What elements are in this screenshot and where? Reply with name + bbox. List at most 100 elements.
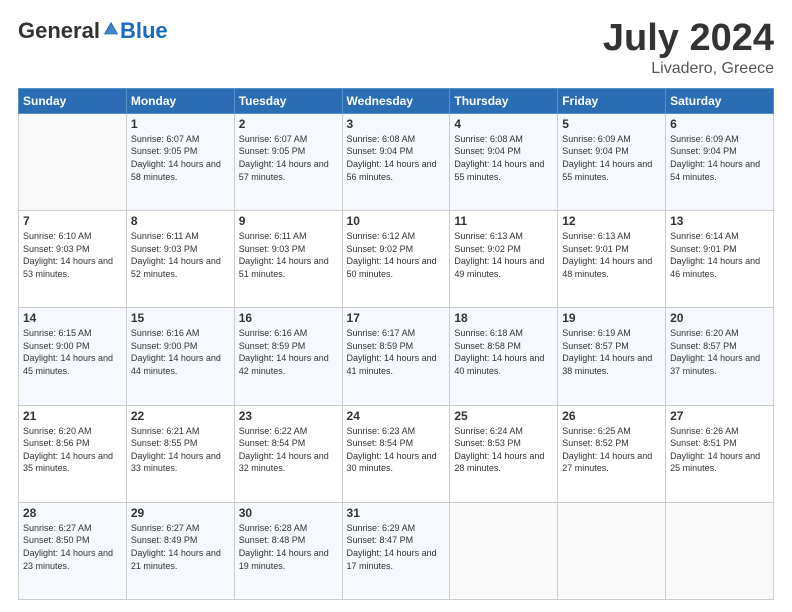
- day-number: 8: [131, 214, 230, 228]
- logo-icon: [102, 20, 120, 38]
- day-info: Sunrise: 6:08 AMSunset: 9:04 PMDaylight:…: [454, 133, 553, 183]
- calendar-week-row: 21 Sunrise: 6:20 AMSunset: 8:56 PMDayligh…: [19, 405, 774, 502]
- table-row: 23Sunrise: 6:22 AMSunset: 8:54 PMDayligh…: [234, 405, 342, 502]
- day-number: 12: [562, 214, 661, 228]
- table-row: 13Sunrise: 6:14 AMSunset: 9:01 PMDayligh…: [666, 211, 774, 308]
- day-number: 3: [347, 117, 446, 131]
- day-info: Sunrise: 6:13 AMSunset: 9:02 PMDaylight:…: [454, 230, 553, 280]
- day-number: 29: [131, 506, 230, 520]
- day-number: 31: [347, 506, 446, 520]
- col-sunday: Sunday: [19, 88, 127, 113]
- calendar-table: Sunday Monday Tuesday Wednesday Thursday…: [18, 88, 774, 600]
- day-info: Sunrise: 6:19 AMSunset: 8:57 PMDaylight:…: [562, 327, 661, 377]
- day-info: Sunrise: 6:07 AMSunset: 9:05 PMDaylight:…: [131, 133, 230, 183]
- day-number: 28: [23, 506, 122, 520]
- day-info: Sunrise: 6:16 AMSunset: 8:59 PMDaylight:…: [239, 327, 338, 377]
- logo-general-text: General: [18, 18, 100, 44]
- table-row: 19 Sunrise: 6:19 AMSunset: 8:57 PMDayligh…: [558, 308, 666, 405]
- day-info: Sunrise: 6:21 AMSunset: 8:55 PMDaylight:…: [131, 425, 230, 475]
- day-info: Sunrise: 6:24 AMSunset: 8:53 PMDaylight:…: [454, 425, 553, 475]
- title-location: Livadero, Greece: [603, 60, 774, 78]
- day-number: 18: [454, 311, 553, 325]
- day-number: 2: [239, 117, 338, 131]
- day-number: 7: [23, 214, 122, 228]
- day-info: Sunrise: 6:20 AMSunset: 8:56 PMDaylight:…: [23, 425, 122, 475]
- day-info: Sunrise: 6:09 AMSunset: 9:04 PMDaylight:…: [670, 133, 769, 183]
- title-month: July 2024: [603, 18, 774, 60]
- table-row: 26 Sunrise: 6:25 AMSunset: 8:52 PMDayligh…: [558, 405, 666, 502]
- day-number: 21: [23, 409, 122, 423]
- day-info: Sunrise: 6:13 AMSunset: 9:01 PMDaylight:…: [562, 230, 661, 280]
- day-number: 1: [131, 117, 230, 131]
- table-row: 6 Sunrise: 6:09 AMSunset: 9:04 PMDaylight…: [666, 113, 774, 210]
- table-row: [19, 113, 127, 210]
- table-row: 5 Sunrise: 6:09 AMSunset: 9:04 PMDaylight…: [558, 113, 666, 210]
- day-number: 5: [562, 117, 661, 131]
- day-info: Sunrise: 6:09 AMSunset: 9:04 PMDaylight:…: [562, 133, 661, 183]
- col-tuesday: Tuesday: [234, 88, 342, 113]
- day-info: Sunrise: 6:26 AMSunset: 8:51 PMDaylight:…: [670, 425, 769, 475]
- col-friday: Friday: [558, 88, 666, 113]
- day-number: 26: [562, 409, 661, 423]
- day-info: Sunrise: 6:23 AMSunset: 8:54 PMDaylight:…: [347, 425, 446, 475]
- day-info: Sunrise: 6:11 AMSunset: 9:03 PMDaylight:…: [239, 230, 338, 280]
- table-row: 16Sunrise: 6:16 AMSunset: 8:59 PMDayligh…: [234, 308, 342, 405]
- table-row: 11 Sunrise: 6:13 AMSunset: 9:02 PMDayligh…: [450, 211, 558, 308]
- day-info: Sunrise: 6:28 AMSunset: 8:48 PMDaylight:…: [239, 522, 338, 572]
- col-saturday: Saturday: [666, 88, 774, 113]
- header: General Blue July 2024 Livadero, Greece: [18, 18, 774, 78]
- calendar-week-row: 1 Sunrise: 6:07 AMSunset: 9:05 PMDaylight…: [19, 113, 774, 210]
- table-row: 2 Sunrise: 6:07 AMSunset: 9:05 PMDaylight…: [234, 113, 342, 210]
- table-row: 14 Sunrise: 6:15 AMSunset: 9:00 PMDayligh…: [19, 308, 127, 405]
- day-info: Sunrise: 6:17 AMSunset: 8:59 PMDaylight:…: [347, 327, 446, 377]
- table-row: 9 Sunrise: 6:11 AMSunset: 9:03 PMDaylight…: [234, 211, 342, 308]
- table-row: [558, 502, 666, 599]
- table-row: 25 Sunrise: 6:24 AMSunset: 8:53 PMDayligh…: [450, 405, 558, 502]
- logo: General Blue: [18, 18, 168, 44]
- day-number: 27: [670, 409, 769, 423]
- col-wednesday: Wednesday: [342, 88, 450, 113]
- day-info: Sunrise: 6:25 AMSunset: 8:52 PMDaylight:…: [562, 425, 661, 475]
- day-number: 15: [131, 311, 230, 325]
- day-info: Sunrise: 6:27 AMSunset: 8:49 PMDaylight:…: [131, 522, 230, 572]
- day-number: 24: [347, 409, 446, 423]
- table-row: 29 Sunrise: 6:27 AMSunset: 8:49 PMDayligh…: [126, 502, 234, 599]
- day-number: 14: [23, 311, 122, 325]
- col-monday: Monday: [126, 88, 234, 113]
- table-row: 31 Sunrise: 6:29 AMSunset: 8:47 PMDayligh…: [342, 502, 450, 599]
- day-info: Sunrise: 6:22 AMSunset: 8:54 PMDaylight:…: [239, 425, 338, 475]
- day-number: 6: [670, 117, 769, 131]
- table-row: 22 Sunrise: 6:21 AMSunset: 8:55 PMDayligh…: [126, 405, 234, 502]
- day-number: 19: [562, 311, 661, 325]
- day-info: Sunrise: 6:07 AMSunset: 9:05 PMDaylight:…: [239, 133, 338, 183]
- table-row: 4Sunrise: 6:08 AMSunset: 9:04 PMDaylight…: [450, 113, 558, 210]
- day-info: Sunrise: 6:20 AMSunset: 8:57 PMDaylight:…: [670, 327, 769, 377]
- calendar-week-row: 28 Sunrise: 6:27 AMSunset: 8:50 PMDayligh…: [19, 502, 774, 599]
- day-info: Sunrise: 6:14 AMSunset: 9:01 PMDaylight:…: [670, 230, 769, 280]
- day-number: 11: [454, 214, 553, 228]
- day-info: Sunrise: 6:11 AMSunset: 9:03 PMDaylight:…: [131, 230, 230, 280]
- calendar-header-row: Sunday Monday Tuesday Wednesday Thursday…: [19, 88, 774, 113]
- day-info: Sunrise: 6:08 AMSunset: 9:04 PMDaylight:…: [347, 133, 446, 183]
- day-info: Sunrise: 6:27 AMSunset: 8:50 PMDaylight:…: [23, 522, 122, 572]
- calendar-week-row: 7 Sunrise: 6:10 AMSunset: 9:03 PMDaylight…: [19, 211, 774, 308]
- day-number: 9: [239, 214, 338, 228]
- table-row: 8 Sunrise: 6:11 AMSunset: 9:03 PMDaylight…: [126, 211, 234, 308]
- page: General Blue July 2024 Livadero, Greece …: [0, 0, 792, 612]
- day-info: Sunrise: 6:18 AMSunset: 8:58 PMDaylight:…: [454, 327, 553, 377]
- day-number: 22: [131, 409, 230, 423]
- day-number: 10: [347, 214, 446, 228]
- day-info: Sunrise: 6:29 AMSunset: 8:47 PMDaylight:…: [347, 522, 446, 572]
- table-row: 12 Sunrise: 6:13 AMSunset: 9:01 PMDayligh…: [558, 211, 666, 308]
- day-number: 20: [670, 311, 769, 325]
- day-info: Sunrise: 6:12 AMSunset: 9:02 PMDaylight:…: [347, 230, 446, 280]
- day-number: 30: [239, 506, 338, 520]
- logo-blue-text: Blue: [120, 18, 168, 44]
- day-info: Sunrise: 6:15 AMSunset: 9:00 PMDaylight:…: [23, 327, 122, 377]
- table-row: 1 Sunrise: 6:07 AMSunset: 9:05 PMDaylight…: [126, 113, 234, 210]
- table-row: 3 Sunrise: 6:08 AMSunset: 9:04 PMDaylight…: [342, 113, 450, 210]
- day-info: Sunrise: 6:10 AMSunset: 9:03 PMDaylight:…: [23, 230, 122, 280]
- day-number: 25: [454, 409, 553, 423]
- table-row: [450, 502, 558, 599]
- table-row: 10 Sunrise: 6:12 AMSunset: 9:02 PMDayligh…: [342, 211, 450, 308]
